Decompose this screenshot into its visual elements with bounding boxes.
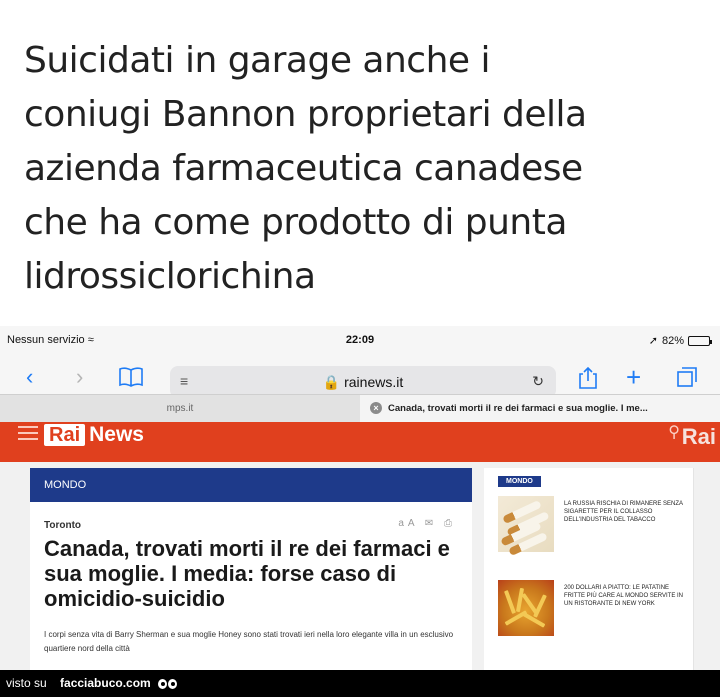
headline-line: che ha come prodotto di punta (24, 202, 567, 243)
battery-icon (688, 335, 712, 346)
hamburger-menu-icon[interactable] (18, 426, 38, 444)
article-tools: aA ✉ ⎙ (398, 518, 456, 529)
sidebar: MONDO LA RUSSIA RISCHIA DI RIMANERE SENZ… (484, 468, 694, 670)
tab-strip: mps.it × Canada, trovati morti il re dei … (0, 394, 720, 423)
rainews-logo[interactable]: Rai News (44, 424, 144, 446)
bookmarks-book-icon[interactable] (118, 366, 144, 392)
article-card: MONDO Toronto aA ✉ ⎙ Canada, trovati mor… (30, 468, 472, 670)
rainews-header: Rai News ⚲ Rai (0, 422, 720, 462)
url-domain: rainews.it (344, 374, 404, 390)
footer-prefix: visto su (6, 676, 47, 690)
tab-mps[interactable]: mps.it (0, 395, 360, 423)
back-arrow-icon[interactable]: ‹ (26, 366, 33, 388)
battery-percent: 82% (661, 334, 684, 347)
sidebar-item-title: LA RUSSIA RISCHIA DI RIMANERE SENZA SIGA… (564, 501, 683, 523)
footer-brand[interactable]: facciabuco.com (60, 676, 151, 690)
cigarettes-thumbnail (498, 496, 554, 557)
headline-line: Suicidati in garage anche i (24, 40, 491, 81)
print-icon[interactable]: ⎙ (444, 518, 456, 529)
rai-logo-right: Rai (681, 424, 716, 449)
article-summary: I corpi senza vita di Barry Sherman e su… (44, 630, 454, 653)
headline-line: coniugi Bannon proprietari della (24, 94, 587, 135)
phone-screenshot: Nessun servizio ≈ 22:09 ➚ 82% ‹ › ≡ 🔒 ra… (0, 326, 720, 670)
headline-line: azienda farmaceutica canadese (24, 148, 583, 189)
watermark-footer: visto su facciabuco.com (0, 670, 720, 697)
forward-arrow-icon[interactable]: › (76, 366, 83, 388)
location-arrow-icon: ➚ (648, 335, 658, 347)
article-place: Toronto (44, 520, 82, 531)
url-text: 🔒 rainews.it (322, 374, 404, 390)
mail-icon[interactable]: ✉ (425, 518, 437, 529)
page-content: MONDO Toronto aA ✉ ⎙ Canada, trovati mor… (0, 462, 720, 670)
fries-thumbnail (498, 580, 554, 636)
logo-rai: Rai (44, 424, 86, 446)
battery-status: ➚ 82% (648, 334, 712, 347)
logo-news: News (89, 423, 144, 446)
sidebar-badge: MONDO (498, 476, 541, 487)
tab-rainews[interactable]: × Canada, trovati morti il re dei farmaci… (360, 395, 720, 423)
share-icon[interactable] (578, 366, 598, 394)
meme-headline: Suicidati in garage anche i coniugi Bann… (24, 34, 704, 304)
sidebar-item-fries[interactable]: 200 DOLLARI A PIATTO: LE PATATINE FRITTE… (498, 580, 688, 640)
tab-title: Canada, trovati morti il re dei farmaci … (388, 403, 648, 414)
reload-icon[interactable]: ↻ (532, 373, 544, 390)
sidebar-item-title: 200 DOLLARI A PIATTO: LE PATATINE FRITTE… (564, 585, 684, 607)
new-tab-plus-icon[interactable]: + (626, 364, 641, 390)
section-bar[interactable]: MONDO (30, 468, 472, 502)
close-tab-icon[interactable]: × (370, 402, 382, 415)
search-icon[interactable]: ⚲ (668, 422, 680, 442)
font-size-icon[interactable]: aA (398, 518, 418, 529)
headline-line: lidrossiclorichina (24, 256, 316, 297)
eyes-logo-icon (158, 670, 178, 697)
tabs-overview-icon[interactable] (676, 366, 698, 392)
sidebar-item-cigarettes[interactable]: LA RUSSIA RISCHIA DI RIMANERE SENZA SIGA… (498, 496, 688, 557)
status-bar: Nessun servizio ≈ 22:09 ➚ 82% (0, 326, 720, 352)
clock: 22:09 (345, 334, 375, 346)
article-title[interactable]: Canada, trovati morti il re dei farmaci … (44, 536, 464, 611)
